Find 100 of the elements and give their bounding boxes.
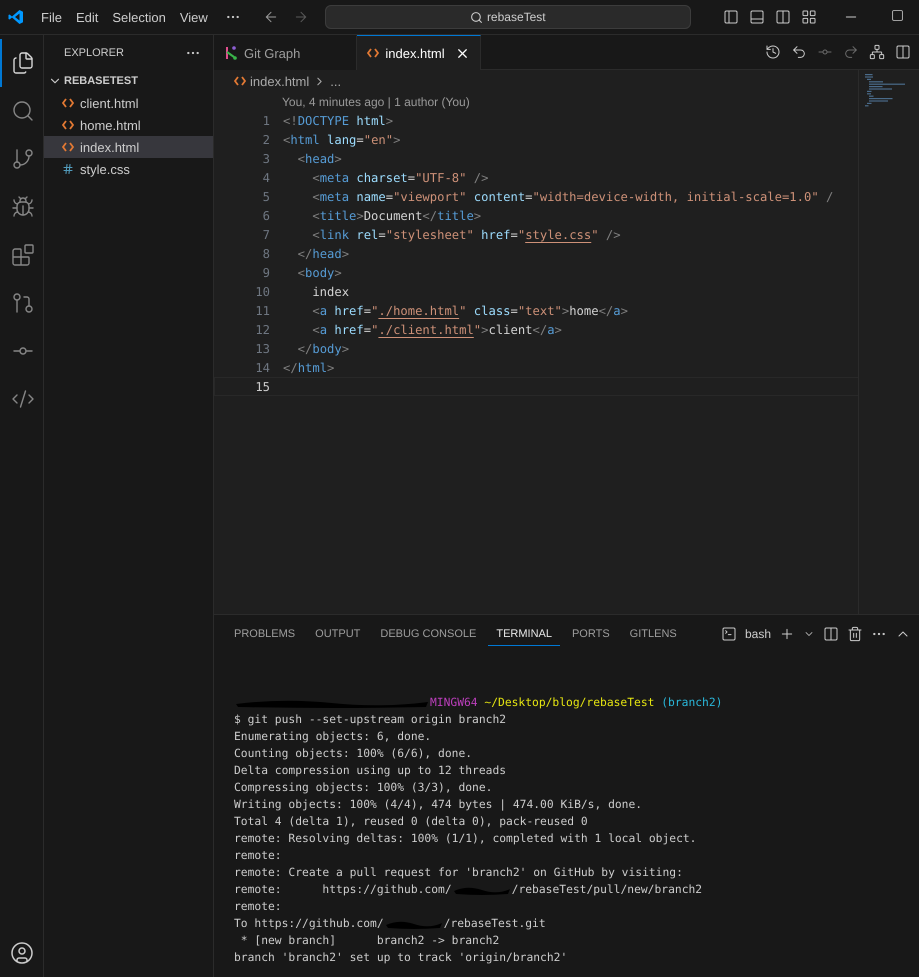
terminal-shell-label[interactable]: bash <box>744 627 771 641</box>
line-number: 8 <box>262 246 270 260</box>
branch-icon <box>10 147 34 171</box>
trash-icon[interactable] <box>847 626 863 642</box>
maximize-icon[interactable] <box>890 9 904 22</box>
terminal-text: Enumerating objects: 6, done. <box>234 730 432 743</box>
code-line: index <box>311 284 350 298</box>
line-number: 7 <box>262 228 270 242</box>
editor-tab[interactable]: index.html <box>357 35 481 70</box>
layout-grid-icon[interactable] <box>800 9 817 25</box>
panel-tab[interactable]: PORTS <box>564 622 618 646</box>
code-line: <meta charset="UTF-8" /> <box>311 170 488 184</box>
code-line: <a href="./home.html" class="text">home</a> <box>311 304 628 318</box>
line-number: 5 <box>262 190 270 204</box>
terminal-text: remote: Create a pull request for 'branch2' on GitHub by visiting: <box>234 866 683 879</box>
code-brackets-icon <box>234 76 246 86</box>
code-brackets-icon <box>62 142 74 152</box>
code-line: </head> <box>296 246 350 260</box>
editor-tab[interactable]: Git Graph <box>214 35 358 70</box>
split-terminal-icon[interactable] <box>823 626 839 642</box>
explorer-file-row[interactable]: client.html <box>44 92 213 114</box>
terminal-text: Total 4 (delta 1), reused 0 (delta 0), pack-reused 0 <box>234 815 588 828</box>
terminal-text: MINGW64 <box>430 696 478 709</box>
search-icon <box>10 99 34 123</box>
line-number: 9 <box>262 266 270 280</box>
terminal-text: $ git push --set-upstream origin branch2 <box>234 713 506 726</box>
code-line: </html> <box>283 360 334 374</box>
panel-tab[interactable]: TERMINAL <box>488 622 560 646</box>
menu-item[interactable]: Edit <box>68 10 106 24</box>
explorer-file-row[interactable]: index.html <box>44 136 213 158</box>
blocks-icon <box>10 243 34 267</box>
terminal-text: * [new branch] branch2 -> branch2 <box>240 934 500 947</box>
line-number: 3 <box>262 152 270 166</box>
blame-annotation[interactable]: You, 4 minutes ago | 1 author (You) <box>214 92 858 111</box>
line-number: 2 <box>262 132 270 146</box>
menu-item[interactable]: File <box>34 10 69 24</box>
code-line: <meta name="viewport" content="width=device-width, initial-scale=1.0" / <box>311 190 834 204</box>
search-icon <box>470 10 483 24</box>
terminal-text: /rebaseTest/pull/new/branch2 <box>512 883 702 896</box>
app-logo-icon[interactable] <box>8 9 24 25</box>
panel-toggle-icon[interactable] <box>748 9 765 25</box>
line-number: 1 <box>262 114 270 128</box>
terminal-text: remote: <box>234 849 282 862</box>
terminal-text: /rebaseTest.git <box>444 917 546 930</box>
pull-request-icon <box>10 291 34 315</box>
code-line: </body> <box>296 342 350 356</box>
code-line: <!DOCTYPE html> <box>283 114 394 128</box>
line-number: 6 <box>262 208 270 222</box>
code-brackets-icon <box>62 98 74 108</box>
code-line: <title>Document</title> <box>311 208 482 222</box>
sidebar-toggle-icon[interactable] <box>722 9 739 25</box>
terminal-text: Delta compression using up to 12 threads <box>234 764 506 777</box>
panel-tab[interactable]: GITLENS <box>622 622 685 646</box>
line-number: 11 <box>254 304 270 318</box>
history-icon[interactable] <box>765 44 781 60</box>
menu-item[interactable]: View <box>172 10 215 24</box>
line-number: 15 <box>254 380 270 394</box>
terminal-text: Writing objects: 100% (4/4), 474 bytes | 474.00 KiB/s, done. <box>234 798 642 811</box>
breadcrumb-file[interactable]: index.html <box>250 74 310 88</box>
terminal-text: remote: https://github.com/ <box>234 883 452 896</box>
menu-item[interactable]: Selection <box>105 10 173 24</box>
code-line: <body> <box>296 266 342 280</box>
panel-tab[interactable]: OUTPUT <box>307 622 368 646</box>
explorer-file-row[interactable]: style.css <box>44 158 213 180</box>
branch-compare-icon[interactable] <box>869 44 885 60</box>
split-layout-icon[interactable] <box>774 9 791 25</box>
panel-tab[interactable]: DEBUG CONSOLE <box>372 622 484 646</box>
line-number: 10 <box>254 284 270 298</box>
panel-tab[interactable]: PROBLEMS <box>226 622 304 646</box>
split-editor-icon[interactable] <box>895 44 911 60</box>
explorer-file-row[interactable]: home.html <box>44 114 213 136</box>
terminal-text: branch 'branch2' set up to track 'origin/branch2' <box>234 951 568 964</box>
line-number: 12 <box>254 322 270 336</box>
terminal-text: To https://github.com/ <box>234 917 384 930</box>
terminal-text: ~/Desktop/blog/rebaseTest <box>483 696 654 709</box>
previous-change-icon[interactable] <box>791 44 807 60</box>
folder-row[interactable]: REBASETEST <box>44 70 213 92</box>
graph-icon <box>224 46 238 60</box>
files-icon <box>10 51 34 75</box>
plus-icon[interactable] <box>779 626 795 642</box>
terminal-text: Counting objects: 100% (6/6), done. <box>234 747 472 760</box>
account-icon[interactable] <box>10 941 34 965</box>
code-line: <a href="./client.html">client</a> <box>311 322 562 336</box>
terminal-text: Compressing objects: 100% (3/3), done. <box>234 781 492 794</box>
breadcrumb-symbol[interactable]: ... <box>330 74 342 88</box>
command-center-search[interactable]: rebaseTest <box>324 5 691 29</box>
bug-icon <box>10 195 34 219</box>
line-number: 14 <box>254 360 270 374</box>
line-number: 13 <box>254 342 270 356</box>
terminal-text: remote: Resolving deltas: 100% (1/1), completed with 1 local object. <box>234 832 696 845</box>
code-line: <link rel="stylesheet" href="style.css" /> <box>311 228 621 242</box>
hash-icon <box>62 163 74 175</box>
code-brackets-icon <box>62 120 74 130</box>
terminal-icon[interactable] <box>720 626 737 642</box>
sidebar-title: EXPLORER <box>64 46 124 58</box>
code-line: <html lang="en"> <box>283 132 400 146</box>
next-change-icon[interactable] <box>843 44 859 60</box>
line-number: 4 <box>262 170 270 184</box>
code-brackets-icon <box>367 48 380 58</box>
terminal-text: remote: <box>234 900 282 913</box>
